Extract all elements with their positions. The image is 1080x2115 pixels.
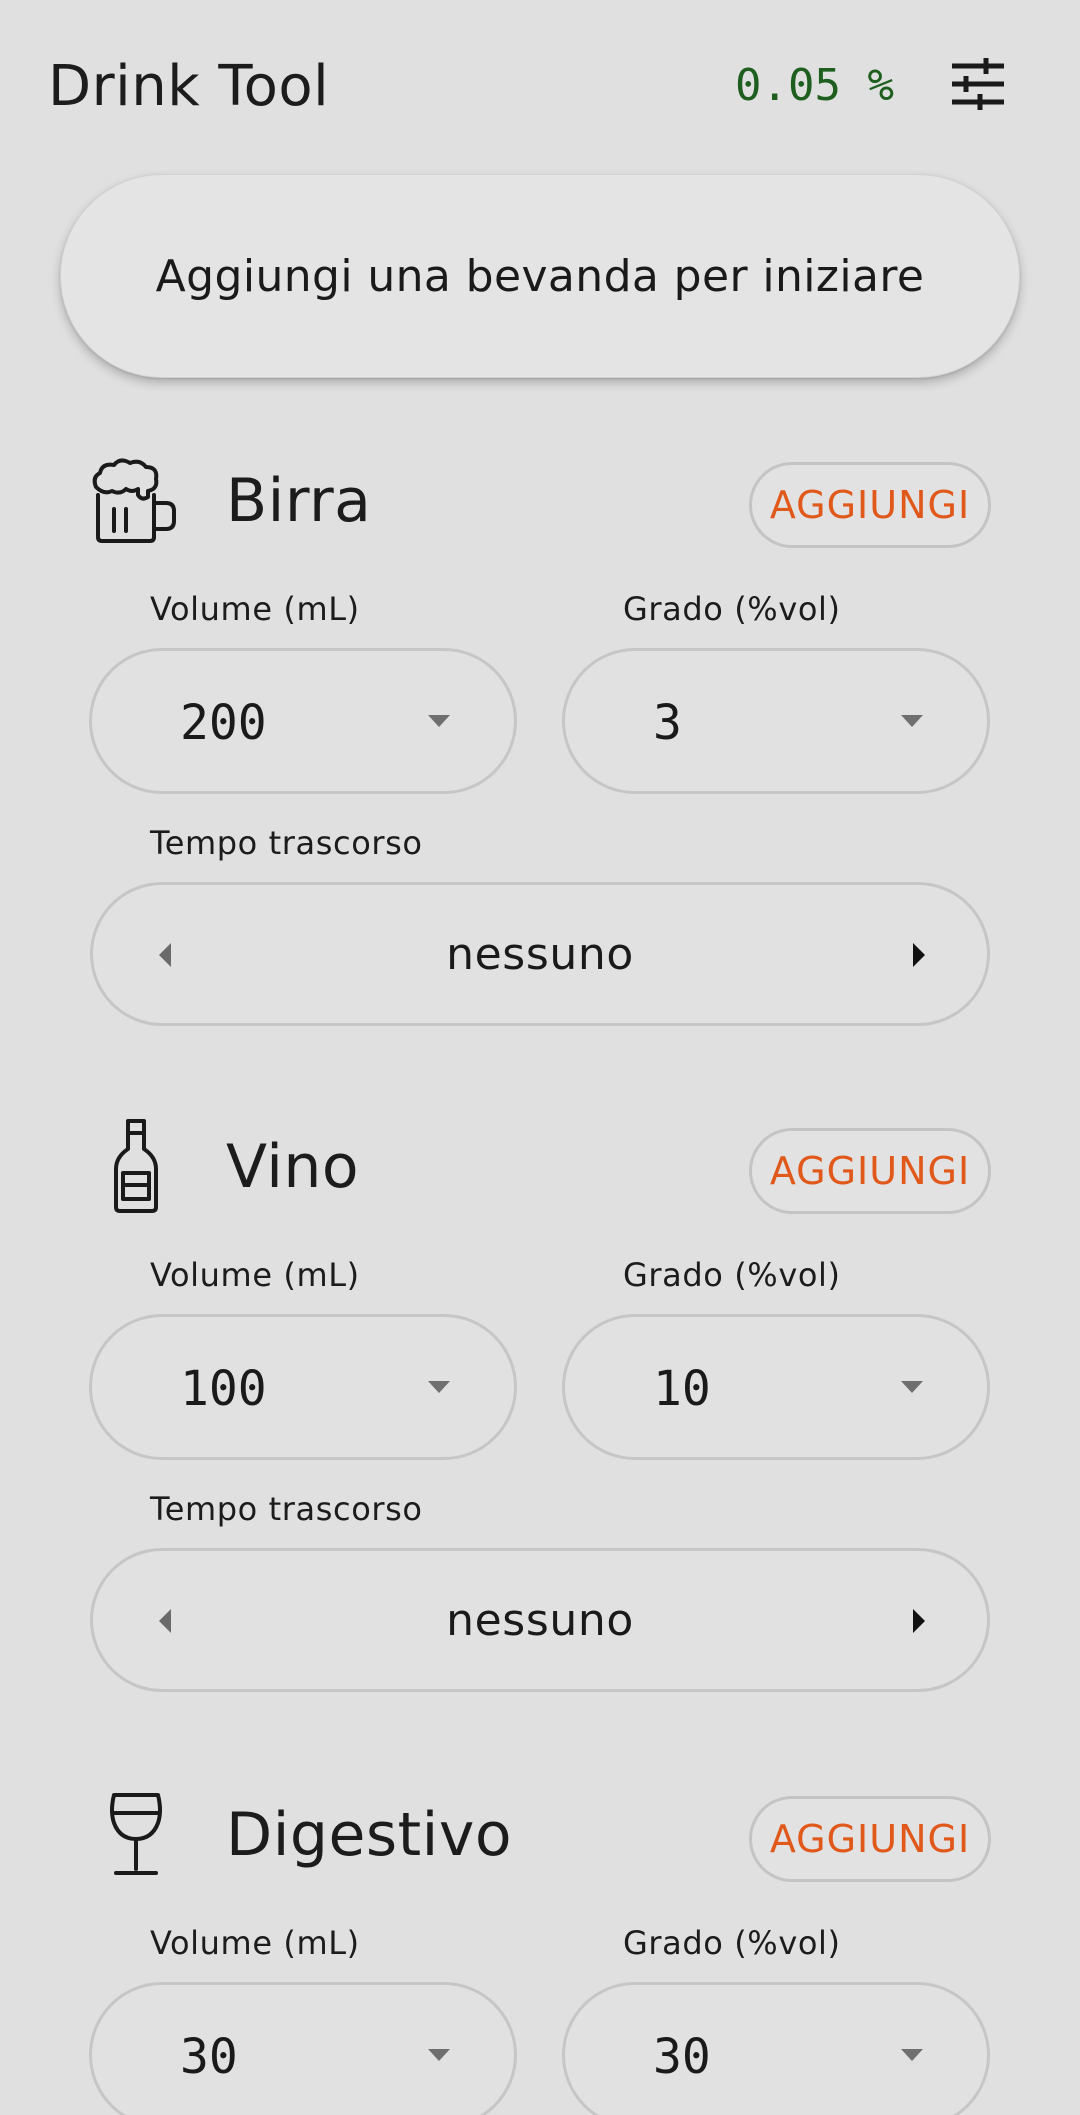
volume-label: Volume (mL): [150, 1924, 360, 1962]
drink-name: Vino: [226, 1132, 360, 1202]
drink-name: Digestivo: [226, 1800, 513, 1870]
drink-section-birra: Birra AGGIUNGI Volume (mL) Grado (%vol) …: [0, 452, 1080, 1032]
volume-label: Volume (mL): [150, 1256, 360, 1294]
dropdown-arrow-icon: [428, 2049, 450, 2061]
degree-select-birra[interactable]: 3: [562, 648, 990, 794]
degree-select-vino[interactable]: 10: [562, 1314, 990, 1460]
degree-select-digestivo[interactable]: 30: [562, 1982, 990, 2115]
degree-value: 10: [653, 1361, 711, 1417]
volume-value: 100: [180, 1361, 267, 1417]
dropdown-arrow-icon: [428, 1381, 450, 1393]
volume-select-birra[interactable]: 200: [89, 648, 517, 794]
degree-label: Grado (%vol): [623, 1256, 841, 1294]
time-label: Tempo trascorso: [150, 1490, 423, 1528]
drink-name: Birra: [226, 466, 372, 536]
add-button-digestivo[interactable]: AGGIUNGI: [749, 1796, 991, 1882]
volume-label: Volume (mL): [150, 590, 360, 628]
time-value: nessuno: [446, 1595, 634, 1646]
bac-value: 0.05 %: [735, 60, 894, 111]
degree-label: Grado (%vol): [623, 1924, 841, 1962]
dropdown-arrow-icon: [901, 715, 923, 727]
add-button-vino[interactable]: AGGIUNGI: [749, 1128, 991, 1214]
volume-value: 200: [180, 695, 267, 751]
app-screen: Drink Tool 0.05 % Aggiungi una bevanda p…: [0, 0, 1080, 2115]
sliders-icon: [952, 58, 1004, 110]
time-stepper-vino[interactable]: nessuno: [90, 1548, 990, 1692]
drink-section-vino: Vino AGGIUNGI Volume (mL) Grado (%vol) 1…: [0, 1118, 1080, 1698]
add-button-birra[interactable]: AGGIUNGI: [749, 462, 991, 548]
dropdown-arrow-icon: [428, 715, 450, 727]
next-arrow-icon[interactable]: [913, 943, 925, 967]
volume-value: 30: [180, 2029, 238, 2085]
degree-value: 30: [653, 2029, 711, 2085]
dropdown-arrow-icon: [901, 1381, 923, 1393]
next-arrow-icon[interactable]: [913, 1609, 925, 1633]
volume-select-vino[interactable]: 100: [89, 1314, 517, 1460]
status-message: Aggiungi una bevanda per iniziare: [60, 174, 1020, 378]
time-value: nessuno: [446, 929, 634, 980]
time-stepper-birra[interactable]: nessuno: [90, 882, 990, 1026]
drink-section-digestivo: Digestivo AGGIUNGI Volume (mL) Grado (%v…: [0, 1786, 1080, 2115]
volume-select-digestivo[interactable]: 30: [89, 1982, 517, 2115]
settings-button[interactable]: [948, 56, 1008, 112]
degree-label: Grado (%vol): [623, 590, 841, 628]
time-label: Tempo trascorso: [150, 824, 423, 862]
top-app-bar: Drink Tool 0.05 %: [0, 0, 1080, 170]
app-title: Drink Tool: [48, 54, 330, 119]
dropdown-arrow-icon: [901, 2049, 923, 2061]
wine-glass-icon: [88, 1786, 184, 1882]
wine-bottle-icon: [88, 1118, 184, 1214]
beer-mug-icon: [88, 452, 184, 548]
degree-value: 3: [653, 695, 682, 751]
